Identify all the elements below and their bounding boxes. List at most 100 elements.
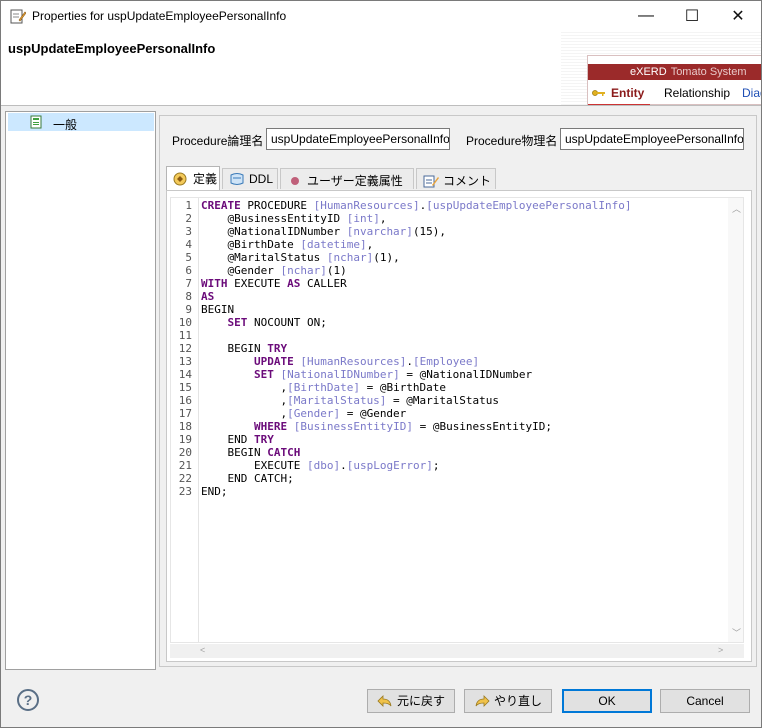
sql-identifier: [BirthDate] xyxy=(287,381,360,394)
sql-text: , xyxy=(201,407,288,420)
code-line: CREATE PROCEDURE [HumanResources].[uspUp… xyxy=(201,199,632,212)
sql-text: @BusinessEntityID xyxy=(201,212,347,225)
category-tree: 一般 xyxy=(5,111,156,670)
code-line: ,[BirthDate] = @BirthDate xyxy=(201,381,446,394)
scroll-up-icon[interactable]: ︿ xyxy=(732,202,741,215)
ok-button[interactable]: OK xyxy=(562,689,652,713)
undo-button[interactable]: 元に戻す xyxy=(367,689,455,713)
undo-label: 元に戻す xyxy=(396,694,445,708)
line-number: 8 xyxy=(185,290,192,303)
sql-text: END CATCH; xyxy=(201,472,294,485)
sql-text: (1), xyxy=(373,251,400,264)
tab-ddl[interactable]: DDL xyxy=(222,168,278,189)
minimize-button[interactable]: — xyxy=(623,1,669,31)
code-line: ,[MaritalStatus] = @MaritalStatus xyxy=(201,394,499,407)
redo-button[interactable]: やり直し xyxy=(464,689,552,713)
code-line: END TRY xyxy=(201,433,273,446)
sql-keyword: SET xyxy=(253,368,274,381)
sql-keyword: TRY xyxy=(267,342,288,355)
maximize-button[interactable]: ☐ xyxy=(669,1,715,31)
code-line: SET NOCOUNT ON; xyxy=(201,316,327,329)
sql-text: @BirthDate xyxy=(201,238,301,251)
code-line: BEGIN CATCH xyxy=(201,446,300,459)
line-number: 7 xyxy=(185,277,192,290)
header-banner: uspUpdateEmployeePersonalInfo eXERD Tomat… xyxy=(1,31,761,105)
code-line: @BusinessEntityID [int], xyxy=(201,212,386,225)
sql-text: END; xyxy=(201,485,228,498)
sql-editor[interactable]: 1 2 3 4 5 6 7 8 9 10 11 12 13 14 15 16 17 18 19 20 21 22 23 CR… xyxy=(170,197,744,643)
sql-text: = @NationalIDNumber xyxy=(399,368,533,381)
sql-identifier: [MaritalStatus] xyxy=(287,394,387,407)
code-line: BEGIN xyxy=(201,303,234,316)
title-bar: Properties for uspUpdateEmployeePersonal… xyxy=(1,1,761,31)
scroll-left-icon[interactable]: < xyxy=(200,645,205,655)
physical-name-field[interactable]: uspUpdateEmployeePersonalInfo xyxy=(560,128,744,150)
page-title: uspUpdateEmployeePersonalInfo xyxy=(8,41,216,56)
code-line: END; xyxy=(201,485,228,498)
sql-text: END xyxy=(201,433,254,446)
exerd-tab-entity: Entity xyxy=(611,86,645,100)
logical-name-field[interactable]: uspUpdateEmployeePersonalInfo xyxy=(266,128,450,150)
tab-bar: 定義 DDL ユーザー定義属性 コメント xyxy=(166,166,754,190)
line-number: 4 xyxy=(185,238,192,251)
sql-identifier: [nchar] xyxy=(326,251,374,264)
sql-text: EXECUTE xyxy=(227,277,288,290)
sql-text: @Gender xyxy=(201,264,281,277)
tree-item-label: 一般 xyxy=(53,118,78,132)
tab-label: 定義 xyxy=(193,172,218,186)
properties-panel: Procedure論理名 uspUpdateEmployeePersonalIn… xyxy=(159,115,757,667)
line-number: 14 xyxy=(178,368,192,381)
tab-user-defined-properties[interactable]: ユーザー定義属性 xyxy=(280,168,414,189)
tree-item-general[interactable]: 一般 xyxy=(8,113,154,132)
tab-label: DDL xyxy=(249,172,274,186)
line-number: 23 xyxy=(178,485,192,498)
sql-code[interactable]: CREATE PROCEDURE [HumanResources]. [uspUp… xyxy=(201,198,731,642)
exerd-logo-panel: eXERD Tomato System Entity Relationship D… xyxy=(587,55,761,105)
code-line: END CATCH; xyxy=(201,472,294,485)
sql-text: (1) xyxy=(326,264,347,277)
tab-comment[interactable]: コメント xyxy=(416,168,496,189)
sql-identifier: [HumanResources] xyxy=(313,199,420,212)
line-number: 12 xyxy=(178,342,192,355)
code-line: @NationalIDNumber [nvarchar](15), xyxy=(201,225,446,238)
sql-keyword: UPDATE xyxy=(253,355,294,368)
sql-identifier: [int] xyxy=(346,212,380,225)
horizontal-scrollbar[interactable]: < > xyxy=(170,644,744,658)
sql-text: = @MaritalStatus xyxy=(386,394,500,407)
sql-text: , xyxy=(201,381,288,394)
exerd-brand-bar: eXERD Tomato System xyxy=(588,64,761,80)
scroll-down-icon[interactable]: ﹀ xyxy=(732,626,741,639)
code-line: @MaritalStatus [nchar](1), xyxy=(201,251,400,264)
code-line: @BirthDate [datetime], xyxy=(201,238,373,251)
cancel-button[interactable]: Cancel xyxy=(660,689,750,713)
line-number: 15 xyxy=(178,381,192,394)
line-number: 10 xyxy=(178,316,192,329)
vertical-scrollbar[interactable]: ︿ ﹀ xyxy=(728,198,743,642)
definition-icon xyxy=(173,172,187,186)
line-number: 6 xyxy=(185,264,192,277)
sql-text: = @BusinessEntityID; xyxy=(412,420,553,433)
sql-text: NOCOUNT ON; xyxy=(247,316,327,329)
sql-identifier: [Gender] xyxy=(287,407,341,420)
sql-text: . xyxy=(406,355,413,368)
code-line: AS xyxy=(201,290,214,303)
definition-editor-container: 1 2 3 4 5 6 7 8 9 10 11 12 13 14 15 16 17 18 19 20 21 22 23 CR… xyxy=(166,190,752,662)
redo-label: やり直し xyxy=(493,694,542,708)
line-number: 3 xyxy=(185,225,192,238)
sql-identifier: [Employee] xyxy=(412,355,480,368)
exerd-tab-diagram: Diag xyxy=(742,86,761,100)
sql-text: ; xyxy=(432,459,440,472)
help-icon[interactable]: ? xyxy=(17,689,39,711)
sql-text: BEGIN xyxy=(201,446,268,459)
user-property-icon xyxy=(291,177,299,185)
scroll-right-icon[interactable]: > xyxy=(718,645,723,655)
sql-text: CALLER xyxy=(300,277,347,290)
close-button[interactable]: ✕ xyxy=(715,1,761,31)
sql-text: , xyxy=(201,394,288,407)
tab-definition[interactable]: 定義 xyxy=(166,166,220,190)
